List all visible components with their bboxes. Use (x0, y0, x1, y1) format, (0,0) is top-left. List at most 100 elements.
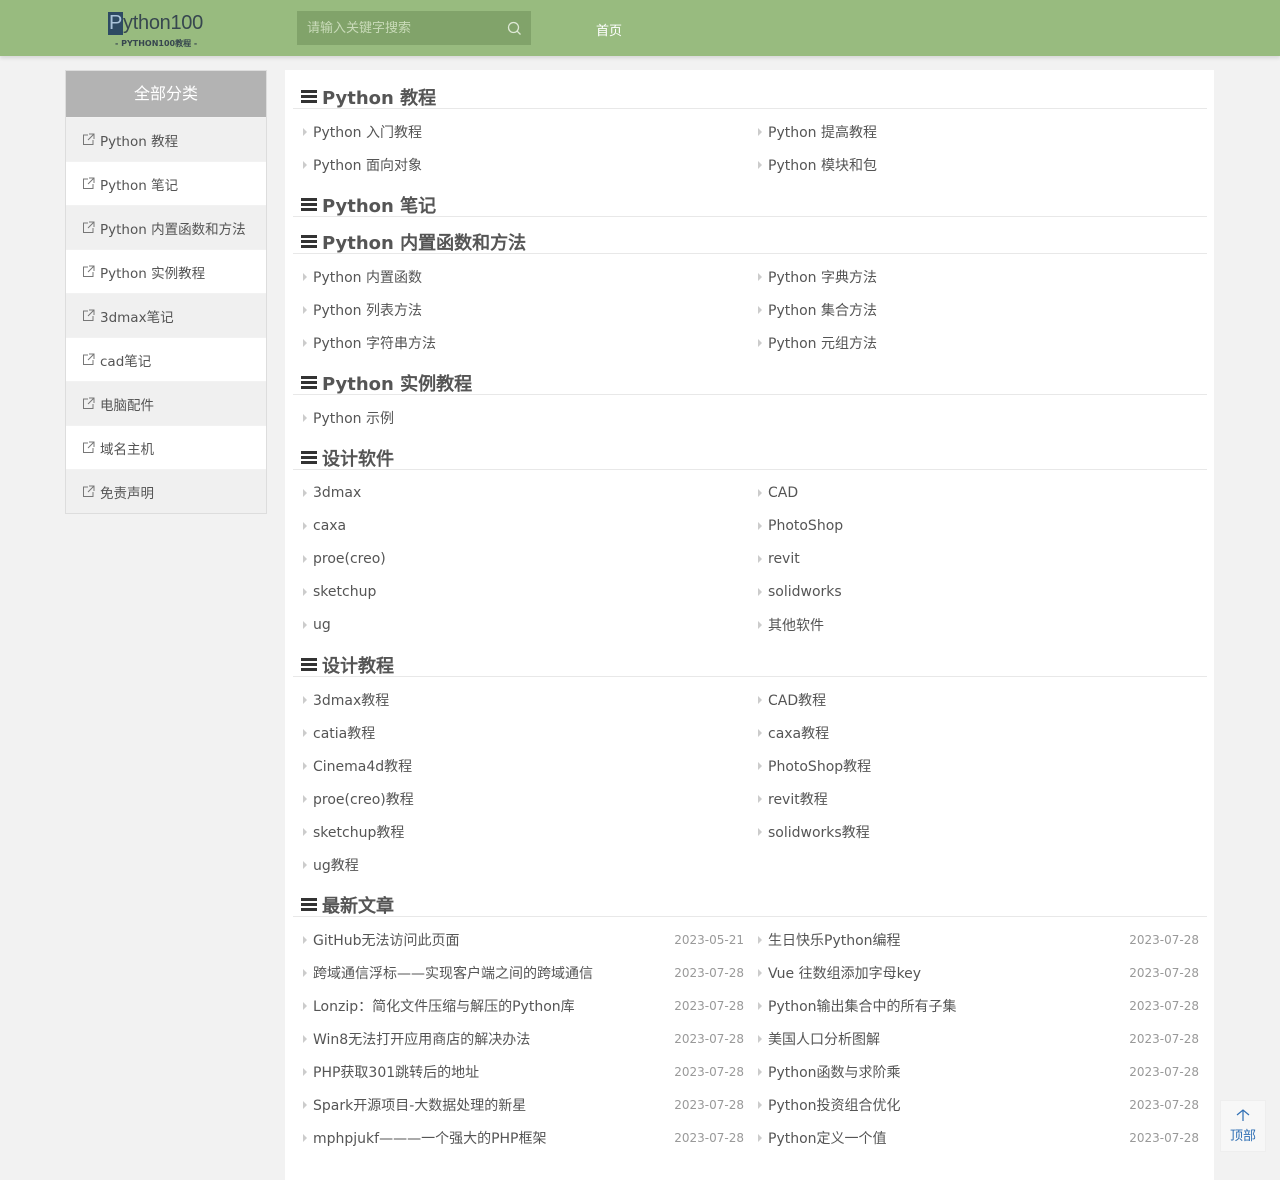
sidebar-item[interactable]: 电脑配件 (66, 381, 266, 425)
category-link[interactable]: solidworks教程 (758, 815, 1213, 848)
sidebar-item[interactable]: 域名主机 (66, 425, 266, 469)
bullet-icon (303, 1034, 307, 1043)
article-link[interactable]: GitHub无法访问此页面 2023-05-21 (303, 923, 758, 956)
article-link[interactable]: Win8无法打开应用商店的解决办法 2023-07-28 (303, 1022, 758, 1055)
nav-home[interactable]: 首页 (596, 20, 622, 39)
category-link[interactable]: CAD教程 (758, 683, 1213, 716)
article-link[interactable]: Vue 往数组添加字母key 2023-07-28 (758, 956, 1213, 989)
article-link[interactable]: Lonzip：简化文件压缩与解压的Python库 2023-07-28 (303, 989, 758, 1022)
category-link[interactable]: ug教程 (303, 848, 758, 881)
sidebar-item[interactable]: Python 教程 (66, 117, 266, 161)
category-link[interactable]: caxa (303, 509, 758, 542)
sidebar-item[interactable]: cad笔记 (66, 337, 266, 381)
link-label: Win8无法打开应用商店的解决办法 (313, 1031, 531, 1048)
bullet-icon (758, 761, 762, 770)
category-link[interactable]: PhotoShop (758, 509, 1213, 542)
category-link[interactable]: Python 列表方法 (303, 293, 758, 326)
sidebar-item[interactable]: Python 内置函数和方法 (66, 205, 266, 249)
category-link[interactable]: Python 示例 (303, 401, 758, 434)
article-link[interactable]: 美国人口分析图解 2023-07-28 (758, 1022, 1213, 1055)
article-link[interactable]: PHP获取301跳转后的地址 2023-07-28 (303, 1055, 758, 1088)
category-link[interactable]: 3dmax教程 (303, 683, 758, 716)
link-label: Spark开源项目-大数据处理的新星 (313, 1097, 527, 1114)
category-link[interactable]: 3dmax (303, 476, 758, 509)
bullet-icon (303, 1133, 307, 1142)
category-link[interactable]: ug (303, 608, 758, 641)
category-link[interactable]: Cinema4d教程 (303, 749, 758, 782)
search-box (297, 11, 531, 45)
category-link[interactable]: Python 入门教程 (303, 115, 758, 148)
bullet-icon (758, 1067, 762, 1076)
back-to-top-button[interactable]: 顶部 (1220, 1100, 1266, 1152)
bullet-icon (303, 521, 307, 530)
link-label: Python 元组方法 (768, 335, 877, 352)
link-label: Python 字符串方法 (313, 335, 436, 352)
external-link-icon (83, 265, 95, 277)
link-label: PHP获取301跳转后的地址 (313, 1064, 480, 1081)
bullet-icon (303, 587, 307, 596)
bullet-icon (758, 1100, 762, 1109)
category-link[interactable]: Python 字典方法 (758, 260, 1213, 293)
article-date: 2023-07-28 (674, 1130, 744, 1145)
sidebar-item[interactable]: Python 笔记 (66, 161, 266, 205)
category-link[interactable]: Python 集合方法 (758, 293, 1213, 326)
logo[interactable]: Python100 - PYTHON100教程 - (108, 10, 208, 50)
article-link[interactable]: 跨域通信浮标——实现客户端之间的跨域通信 2023-07-28 (303, 956, 758, 989)
category-link[interactable]: revit教程 (758, 782, 1213, 815)
bullet-icon (303, 413, 307, 422)
category-link[interactable]: PhotoShop教程 (758, 749, 1213, 782)
external-link-icon (83, 177, 95, 189)
category-link[interactable]: Python 元组方法 (758, 326, 1213, 359)
link-label: Cinema4d教程 (313, 758, 413, 775)
link-label: Lonzip：简化文件压缩与解压的Python库 (313, 998, 575, 1015)
category-link[interactable]: caxa教程 (758, 716, 1213, 749)
link-grid: GitHub无法访问此页面 2023-05-21 生日快乐Python编程 2023-… (293, 917, 1207, 1165)
article-link[interactable]: 生日快乐Python编程 2023-07-28 (758, 923, 1213, 956)
section-title: 设计软件 (322, 448, 394, 470)
bullet-icon (303, 272, 307, 281)
section-title: 最新文章 (322, 895, 394, 917)
sidebar-item[interactable]: 3dmax笔记 (66, 293, 266, 337)
category-link[interactable]: sketchup教程 (303, 815, 758, 848)
section-heading: Python 笔记 (293, 193, 1207, 217)
bullet-icon (303, 794, 307, 803)
category-link[interactable]: Python 内置函数 (303, 260, 758, 293)
article-link[interactable]: Python定义一个值 2023-07-28 (758, 1121, 1213, 1154)
category-link[interactable]: Python 字符串方法 (303, 326, 758, 359)
category-link[interactable]: 其他软件 (758, 608, 1213, 641)
sidebar-item[interactable]: Python 实例教程 (66, 249, 266, 293)
category-link[interactable]: proe(creo)教程 (303, 782, 758, 815)
article-link[interactable]: Spark开源项目-大数据处理的新星 2023-07-28 (303, 1088, 758, 1121)
bullet-icon (758, 827, 762, 836)
category-link[interactable]: revit (758, 542, 1213, 575)
article-link[interactable]: mphpjukf———一个强大的PHP框架 2023-07-28 (303, 1121, 758, 1154)
category-link[interactable]: Python 模块和包 (758, 148, 1213, 181)
category-link[interactable]: catia教程 (303, 716, 758, 749)
category-link[interactable]: CAD (758, 476, 1213, 509)
category-link[interactable]: proe(creo) (303, 542, 758, 575)
list-icon (301, 376, 317, 389)
article-date: 2023-07-28 (674, 998, 744, 1013)
link-label: catia教程 (313, 725, 376, 742)
bullet-icon (303, 827, 307, 836)
bullet-icon (303, 620, 307, 629)
article-date: 2023-07-28 (674, 965, 744, 980)
search-icon[interactable] (497, 11, 531, 45)
article-link[interactable]: Python函数与求阶乘 2023-07-28 (758, 1055, 1213, 1088)
category-link[interactable]: solidworks (758, 575, 1213, 608)
search-input[interactable] (297, 20, 497, 36)
category-link[interactable]: sketchup (303, 575, 758, 608)
link-label: 跨域通信浮标——实现客户端之间的跨域通信 (313, 965, 593, 982)
sidebar-item[interactable]: 免责声明 (66, 469, 266, 513)
article-link[interactable]: Python输出集合中的所有子集 2023-07-28 (758, 989, 1213, 1022)
bullet-icon (758, 1001, 762, 1010)
external-link-icon (83, 221, 95, 233)
article-link[interactable]: Python投资组合优化 2023-07-28 (758, 1088, 1213, 1121)
section-heading: 最新文章 (293, 893, 1207, 917)
link-label: revit (768, 550, 800, 567)
link-label: ug (313, 616, 331, 633)
sidebar-item-label: 电脑配件 (100, 397, 154, 414)
category-link[interactable]: Python 面向对象 (303, 148, 758, 181)
link-grid: 3dmax CAD caxa PhotoShop proe(creo) revit sket… (293, 470, 1207, 652)
category-link[interactable]: Python 提高教程 (758, 115, 1213, 148)
